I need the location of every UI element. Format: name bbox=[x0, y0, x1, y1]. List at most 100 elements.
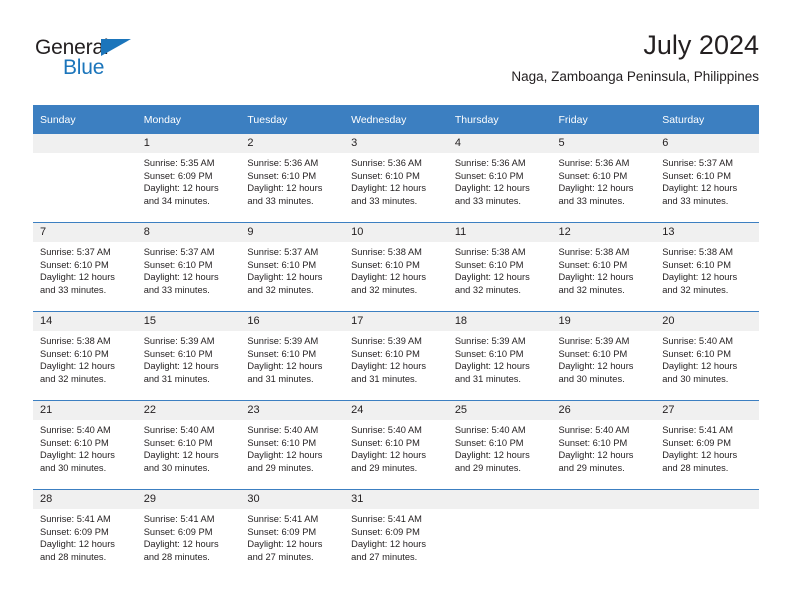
calendar-day-cell[interactable]: 14 Sunrise: 5:38 AM Sunset: 6:10 PM Dayligh… bbox=[33, 311, 137, 401]
sunset-text: Sunset: 6:10 PM bbox=[558, 170, 628, 181]
day-number: 4 bbox=[447, 134, 552, 153]
daylight-text-line2: and 29 minutes. bbox=[558, 462, 625, 473]
sunset-text: Sunset: 6:10 PM bbox=[351, 170, 420, 181]
calendar-day-cell[interactable]: 19 Sunrise: 5:39 AM Sunset: 6:10 PM Dayligh… bbox=[551, 311, 656, 401]
day-number: 28 bbox=[33, 490, 137, 509]
sunset-text: Sunset: 6:10 PM bbox=[40, 259, 109, 270]
calendar-day-cell-empty bbox=[33, 134, 137, 223]
daylight-text-line1: Daylight: 12 hours bbox=[40, 361, 115, 372]
calendar-day-cell[interactable]: 29 Sunrise: 5:41 AM Sunset: 6:09 PM Dayligh… bbox=[136, 489, 241, 578]
calendar-day-cell[interactable]: 9 Sunrise: 5:37 AM Sunset: 6:10 PM Daylight… bbox=[240, 222, 345, 312]
page-header: General Blue July 2024 Naga, Zamboanga P… bbox=[33, 28, 759, 100]
calendar-day-cell[interactable]: 28 Sunrise: 5:41 AM Sunset: 6:09 PM Dayligh… bbox=[33, 489, 137, 578]
day-number bbox=[655, 490, 759, 509]
daylight-text-line2: and 31 minutes. bbox=[143, 373, 210, 384]
sunset-text: Sunset: 6:10 PM bbox=[247, 348, 317, 359]
sunset-text: Sunset: 6:10 PM bbox=[351, 437, 420, 448]
calendar-day-cell[interactable]: 2 Sunrise: 5:36 AM Sunset: 6:10 PM Daylight… bbox=[240, 134, 345, 223]
daylight-text-line2: and 30 minutes. bbox=[40, 462, 107, 473]
calendar-week-row: 7 Sunrise: 5:37 AM Sunset: 6:10 PM Daylight… bbox=[33, 222, 759, 312]
daylight-text-line1: Daylight: 12 hours bbox=[40, 539, 115, 550]
day-details bbox=[448, 509, 552, 513]
daylight-text-line1: Daylight: 12 hours bbox=[351, 450, 427, 461]
calendar-day-cell[interactable]: 1 Sunrise: 5:35 AM Sunset: 6:09 PM Daylight… bbox=[136, 134, 241, 223]
sunrise-text: Sunrise: 5:36 AM bbox=[558, 158, 630, 168]
daylight-text-line1: Daylight: 12 hours bbox=[351, 361, 427, 372]
sunset-text: Sunset: 6:10 PM bbox=[247, 170, 317, 181]
day-details: Sunrise: 5:39 AM Sunset: 6:10 PM Daylight:… bbox=[448, 331, 552, 385]
calendar-day-cell[interactable]: 5 Sunrise: 5:36 AM Sunset: 6:10 PM Daylight… bbox=[551, 134, 656, 223]
day-number bbox=[551, 490, 656, 509]
calendar-day-cell[interactable]: 10 Sunrise: 5:38 AM Sunset: 6:10 PM Dayligh… bbox=[344, 222, 448, 312]
day-details: Sunrise: 5:38 AM Sunset: 6:10 PM Daylight:… bbox=[655, 242, 759, 296]
title-block: July 2024 Naga, Zamboanga Peninsula, Phi… bbox=[511, 28, 759, 85]
day-details: Sunrise: 5:37 AM Sunset: 6:10 PM Daylight:… bbox=[33, 242, 137, 296]
calendar-day-cell[interactable]: 16 Sunrise: 5:39 AM Sunset: 6:10 PM Dayligh… bbox=[240, 311, 345, 401]
calendar-day-cell[interactable]: 27 Sunrise: 5:41 AM Sunset: 6:09 PM Dayligh… bbox=[655, 400, 759, 490]
day-details: Sunrise: 5:35 AM Sunset: 6:09 PM Daylight:… bbox=[137, 153, 241, 207]
sunset-text: Sunset: 6:10 PM bbox=[143, 259, 213, 270]
daylight-text-line1: Daylight: 12 hours bbox=[662, 183, 738, 194]
calendar-day-cell[interactable]: 25 Sunrise: 5:40 AM Sunset: 6:10 PM Dayligh… bbox=[447, 400, 552, 490]
calendar-day-cell[interactable]: 30 Sunrise: 5:41 AM Sunset: 6:09 PM Dayligh… bbox=[240, 489, 345, 578]
daylight-text-line2: and 28 minutes. bbox=[662, 462, 729, 473]
daylight-text-line1: Daylight: 12 hours bbox=[351, 539, 427, 550]
daylight-text-line1: Daylight: 12 hours bbox=[558, 272, 634, 283]
sunset-text: Sunset: 6:10 PM bbox=[351, 259, 420, 270]
day-details: Sunrise: 5:40 AM Sunset: 6:10 PM Daylight:… bbox=[655, 331, 759, 385]
sunrise-text: Sunrise: 5:40 AM bbox=[40, 425, 111, 435]
calendar-day-cell[interactable]: 17 Sunrise: 5:39 AM Sunset: 6:10 PM Dayligh… bbox=[344, 311, 448, 401]
sunset-text: Sunset: 6:10 PM bbox=[247, 259, 317, 270]
daylight-text-line1: Daylight: 12 hours bbox=[247, 539, 323, 550]
calendar-day-cell[interactable]: 21 Sunrise: 5:40 AM Sunset: 6:10 PM Dayligh… bbox=[33, 400, 137, 490]
day-number: 15 bbox=[136, 312, 241, 331]
daylight-text-line1: Daylight: 12 hours bbox=[454, 272, 530, 283]
calendar-day-cell[interactable]: 8 Sunrise: 5:37 AM Sunset: 6:10 PM Daylight… bbox=[136, 222, 241, 312]
day-details: Sunrise: 5:41 AM Sunset: 6:09 PM Daylight:… bbox=[655, 420, 759, 474]
sunrise-text: Sunrise: 5:40 AM bbox=[143, 425, 215, 435]
calendar-day-cell[interactable]: 26 Sunrise: 5:40 AM Sunset: 6:10 PM Dayligh… bbox=[551, 400, 656, 490]
calendar-day-cell[interactable]: 31 Sunrise: 5:41 AM Sunset: 6:09 PM Dayligh… bbox=[344, 489, 448, 578]
daylight-text-line2: and 32 minutes. bbox=[247, 284, 314, 295]
day-number: 26 bbox=[551, 401, 656, 420]
day-details: Sunrise: 5:41 AM Sunset: 6:09 PM Daylight:… bbox=[137, 509, 241, 563]
sunrise-text: Sunrise: 5:40 AM bbox=[662, 336, 734, 346]
calendar-day-cell[interactable]: 18 Sunrise: 5:39 AM Sunset: 6:10 PM Dayligh… bbox=[447, 311, 552, 401]
daylight-text-line2: and 33 minutes. bbox=[662, 195, 729, 206]
sunset-text: Sunset: 6:09 PM bbox=[351, 526, 420, 537]
day-details: Sunrise: 5:36 AM Sunset: 6:10 PM Daylight:… bbox=[344, 153, 448, 207]
calendar-day-cell[interactable]: 13 Sunrise: 5:38 AM Sunset: 6:10 PM Dayligh… bbox=[655, 222, 759, 312]
day-number: 14 bbox=[33, 312, 137, 331]
calendar-day-cell[interactable]: 12 Sunrise: 5:38 AM Sunset: 6:10 PM Dayligh… bbox=[551, 222, 656, 312]
daylight-text-line2: and 33 minutes. bbox=[40, 284, 107, 295]
calendar-day-cell[interactable]: 20 Sunrise: 5:40 AM Sunset: 6:10 PM Dayligh… bbox=[655, 311, 759, 401]
calendar-day-cell[interactable]: 11 Sunrise: 5:38 AM Sunset: 6:10 PM Dayligh… bbox=[447, 222, 552, 312]
day-details: Sunrise: 5:38 AM Sunset: 6:10 PM Daylight:… bbox=[448, 242, 552, 296]
weekday-header-friday: Friday bbox=[551, 105, 656, 134]
day-details: Sunrise: 5:39 AM Sunset: 6:10 PM Daylight:… bbox=[240, 331, 344, 385]
calendar-day-cell[interactable]: 22 Sunrise: 5:40 AM Sunset: 6:10 PM Dayligh… bbox=[136, 400, 241, 490]
sunrise-text: Sunrise: 5:39 AM bbox=[143, 336, 215, 346]
calendar-day-cell[interactable]: 7 Sunrise: 5:37 AM Sunset: 6:10 PM Daylight… bbox=[33, 222, 137, 312]
sunset-text: Sunset: 6:10 PM bbox=[454, 437, 524, 448]
weekday-header-thursday: Thursday bbox=[447, 105, 552, 134]
daylight-text-line1: Daylight: 12 hours bbox=[143, 272, 219, 283]
day-details: Sunrise: 5:39 AM Sunset: 6:10 PM Daylight:… bbox=[344, 331, 448, 385]
sunrise-text: Sunrise: 5:38 AM bbox=[662, 247, 734, 257]
calendar-day-cell[interactable]: 3 Sunrise: 5:36 AM Sunset: 6:10 PM Daylight… bbox=[344, 134, 448, 223]
calendar-day-cell[interactable]: 6 Sunrise: 5:37 AM Sunset: 6:10 PM Daylight… bbox=[655, 134, 759, 223]
day-number: 3 bbox=[344, 134, 448, 153]
page-subtitle: Naga, Zamboanga Peninsula, Philippines bbox=[511, 69, 759, 84]
calendar-day-cell[interactable]: 4 Sunrise: 5:36 AM Sunset: 6:10 PM Daylight… bbox=[447, 134, 552, 223]
calendar-day-cell[interactable]: 23 Sunrise: 5:40 AM Sunset: 6:10 PM Dayligh… bbox=[240, 400, 345, 490]
brand-logo[interactable]: General Blue bbox=[35, 36, 165, 88]
day-number: 27 bbox=[655, 401, 759, 420]
day-number: 6 bbox=[655, 134, 759, 153]
weekday-header-tuesday: Tuesday bbox=[240, 105, 345, 134]
sunrise-text: Sunrise: 5:37 AM bbox=[247, 247, 319, 257]
sunrise-text: Sunrise: 5:37 AM bbox=[40, 247, 111, 257]
calendar-day-cell[interactable]: 24 Sunrise: 5:40 AM Sunset: 6:10 PM Dayligh… bbox=[344, 400, 448, 490]
calendar-day-cell[interactable]: 15 Sunrise: 5:39 AM Sunset: 6:10 PM Dayligh… bbox=[136, 311, 241, 401]
sunrise-text: Sunrise: 5:41 AM bbox=[351, 514, 422, 524]
day-details: Sunrise: 5:37 AM Sunset: 6:10 PM Daylight:… bbox=[137, 242, 241, 296]
